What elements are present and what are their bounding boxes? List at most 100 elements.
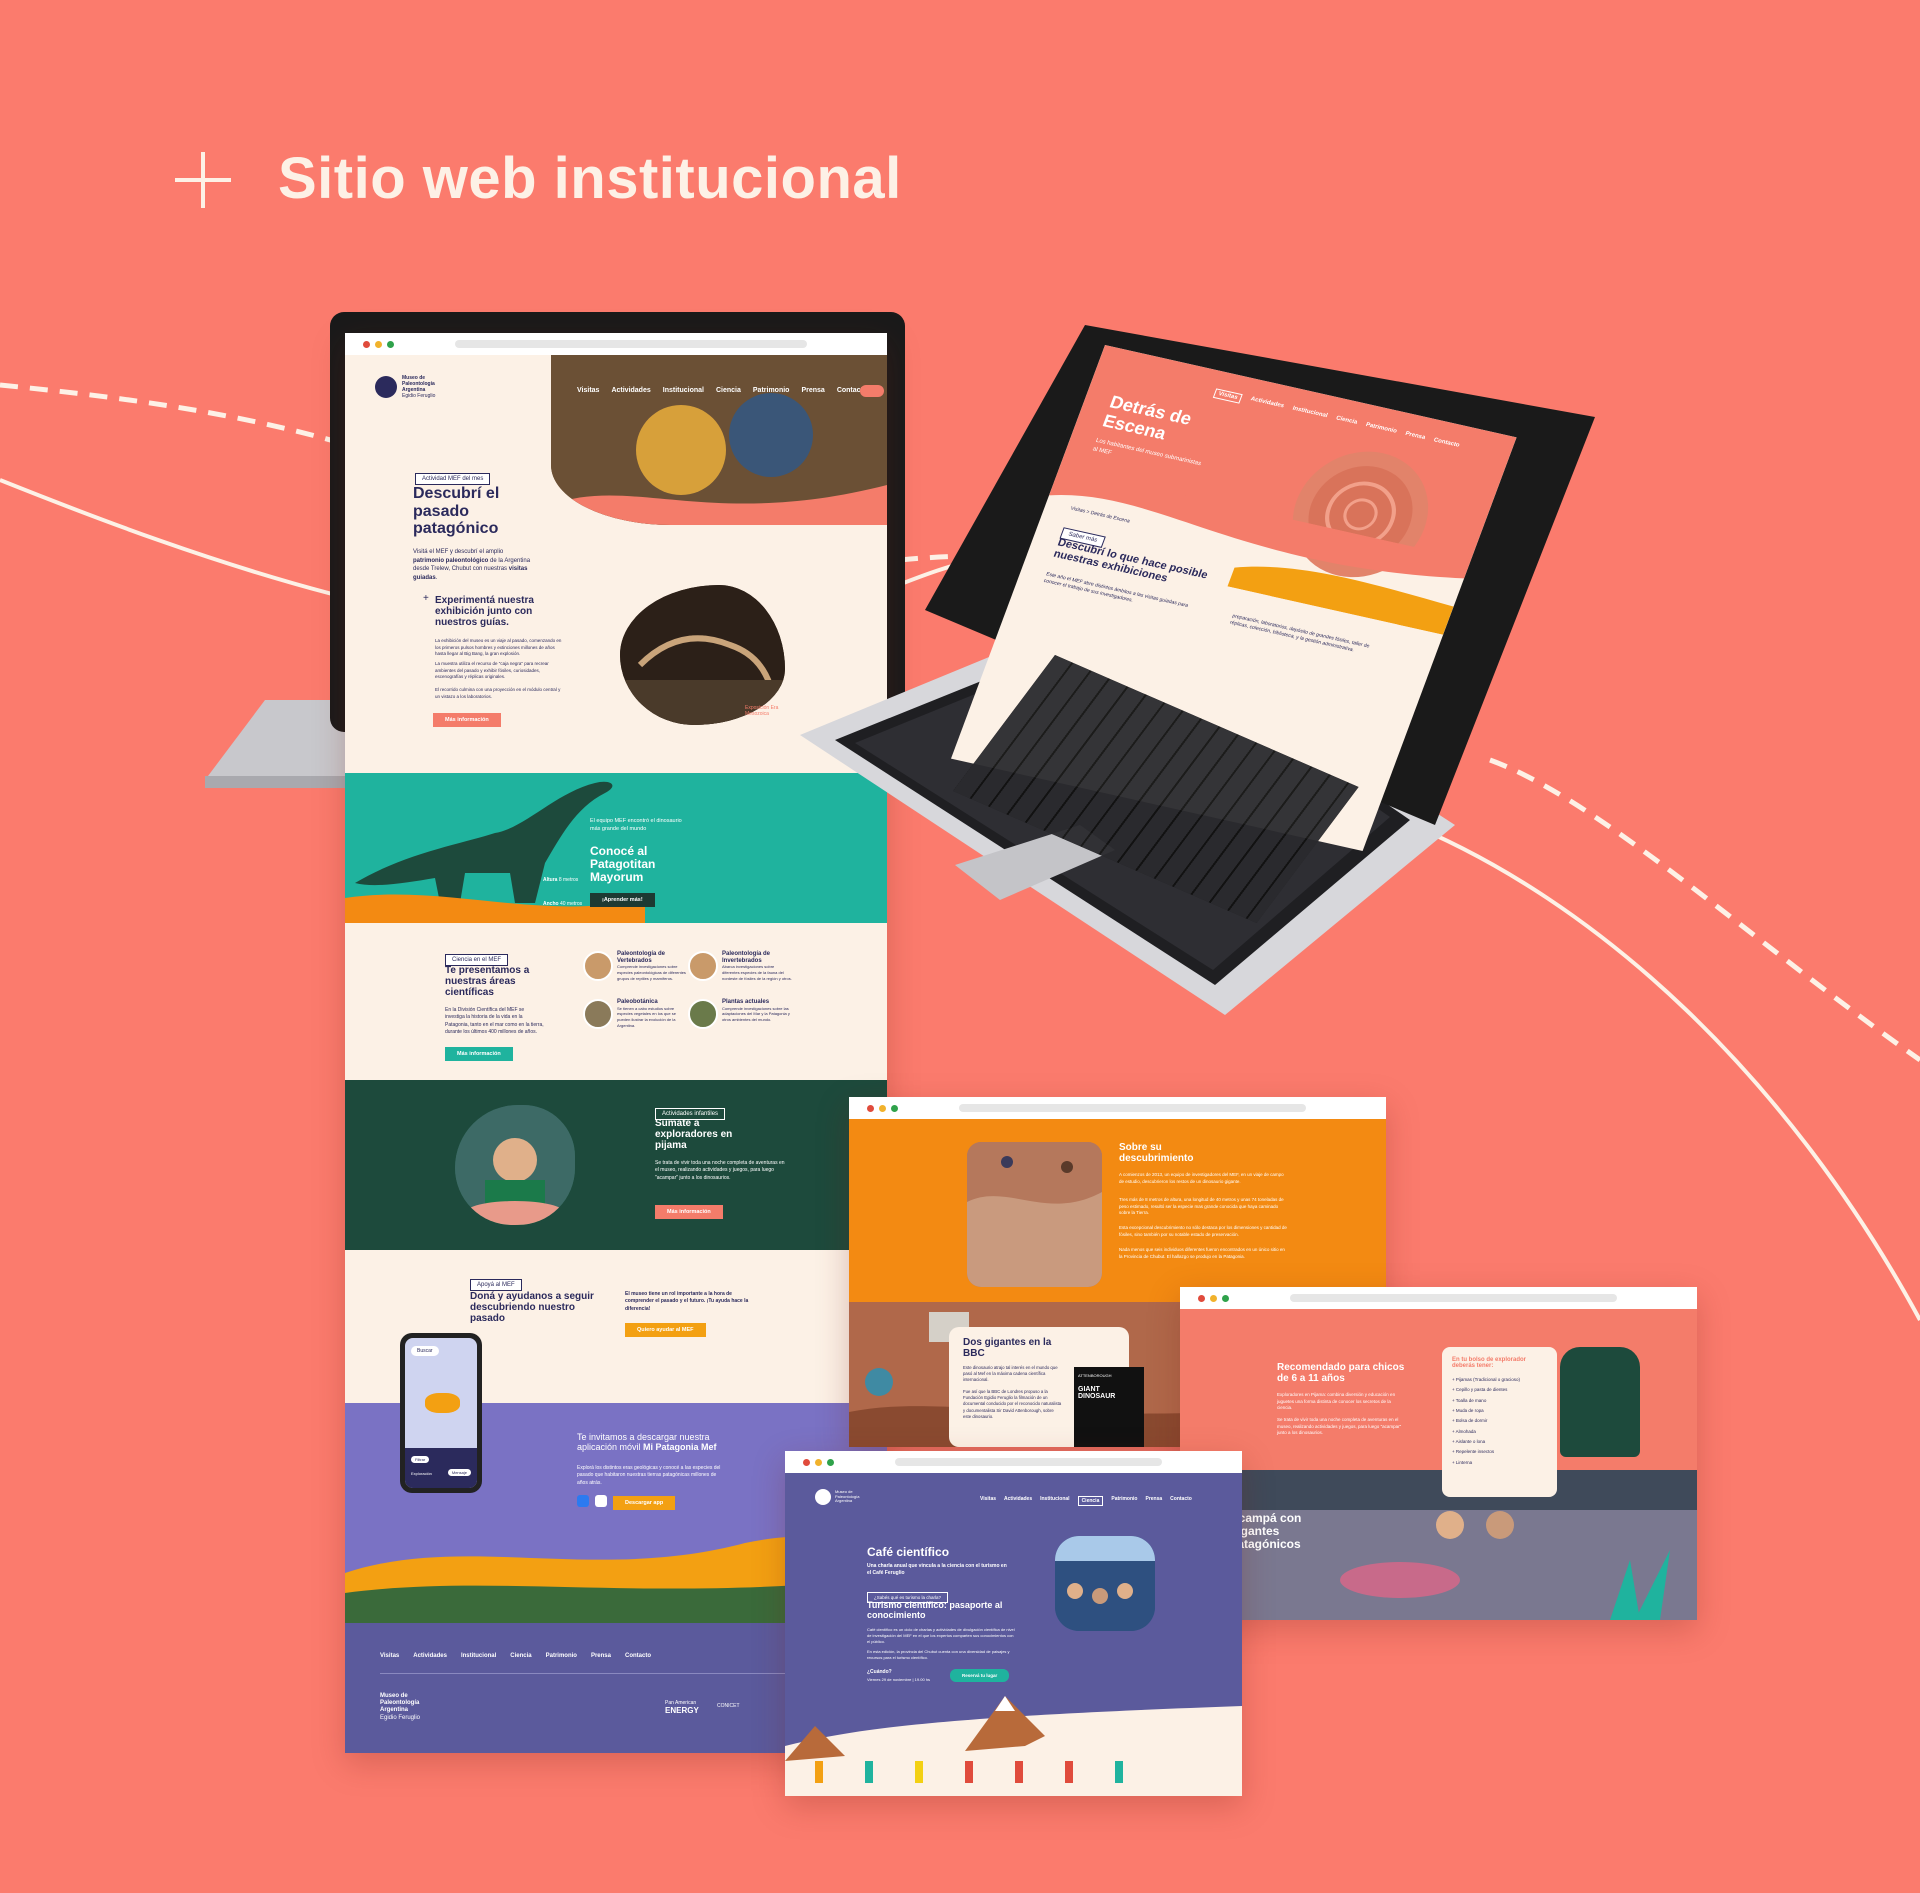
- nav-visitas[interactable]: Visitas: [577, 387, 599, 394]
- footer-nav-visitas[interactable]: Visitas: [380, 1653, 399, 1659]
- bbc-title: Dos gigantes en la BBC: [963, 1337, 1052, 1359]
- discovery-p1: A comienzos de 2013, un equipo de invest…: [1119, 1172, 1284, 1184]
- support-tag: Apoyá al MEF: [470, 1273, 522, 1291]
- cafe-window: Museo de Paleontología Argentina Visitas A…: [785, 1451, 1242, 1796]
- exhibit-title: Experimentá nuestra exhibición junto con…: [435, 595, 534, 628]
- sponsor-conicet: CONICET: [717, 1703, 740, 1709]
- backpack-icon: [1560, 1347, 1640, 1457]
- support-text: El museo tiene un rol importante a la ho…: [625, 1291, 749, 1312]
- cafe-heading: Turismo científico: pasaporte al conocim…: [867, 1600, 1003, 1620]
- discovery-p4: Nada menos que seis individuos diferente…: [1119, 1247, 1285, 1259]
- campout-title: Recomendado para chicos de 6 a 11 años: [1277, 1362, 1405, 1384]
- exhibit-caption: Exposición Era Mesozoica: [745, 705, 779, 717]
- list-item: + Toalla de mano: [1452, 1397, 1487, 1403]
- cafe-photo: [1055, 1536, 1155, 1631]
- footer-nav-institucional[interactable]: Institucional: [461, 1653, 496, 1659]
- hero-tag: Actividad MEF del mes: [415, 467, 491, 485]
- phone-search[interactable]: Buscar: [411, 1346, 439, 1356]
- campout-bottom-title: Acampá con gigantes patagónicos: [1230, 1511, 1302, 1552]
- laptop-p2: preparación, laboratorios, depósito de g…: [1228, 613, 1371, 654]
- footer-nav-contacto[interactable]: Contacto: [625, 1653, 651, 1659]
- area-vertebrados[interactable]: Paleontología de Vertebrados Comprende in…: [583, 951, 687, 982]
- dino-height: Altura 8 metros: [543, 877, 579, 883]
- footer-nav-patrimonio[interactable]: Patrimonio: [546, 1653, 577, 1659]
- phone-filter[interactable]: Filtrar: [411, 1456, 430, 1463]
- sponsor-panamerican: Pan American ENERGY: [665, 1700, 699, 1715]
- phone-explore[interactable]: Exploración: [411, 1471, 432, 1476]
- cafe-nav-prensa[interactable]: Prensa: [1145, 1496, 1162, 1506]
- support-button[interactable]: Quiero ayudar al MEF: [625, 1323, 706, 1337]
- fossil-icon: [425, 1393, 460, 1413]
- area-invertebrados[interactable]: Paleontología de Invertebrados Abarca inv…: [688, 951, 792, 982]
- science-text: En la División Científica del MEF se inv…: [445, 1007, 544, 1035]
- cafe-subtitle: Una charla anual que vincula a la cienci…: [867, 1563, 1007, 1577]
- bbc-p1: Este dinosaurio atrajo tal interés en el…: [963, 1365, 1058, 1383]
- cafe-nav: Visitas Actividades Institucional Cienci…: [980, 1496, 1192, 1506]
- cafe-nav-patrimonio[interactable]: Patrimonio: [1111, 1496, 1137, 1506]
- laptop-screen: Visitas Actividades Institucional Cienci…: [795, 305, 1615, 1025]
- area-plantas[interactable]: Plantas actuales Comprende investigacione…: [688, 999, 792, 1029]
- exhibit-button[interactable]: Más información: [433, 713, 501, 727]
- science-title: Te presentamos a nuestras áreas científi…: [445, 965, 530, 998]
- footer-logo[interactable]: Museo de Paleontología Argentina Egidio Fer…: [380, 1693, 420, 1722]
- science-tag: Ciencia en el MEF: [445, 948, 509, 966]
- kids-section: Actividades infantiles Sumate a explorad…: [345, 1080, 887, 1250]
- app-title: Te invitamos a descargar nuestra aplicac…: [577, 1432, 717, 1452]
- phone-message[interactable]: Mensaje: [447, 1469, 471, 1476]
- excavation-photo: [967, 1142, 1102, 1287]
- list-item: + Muda de ropa: [1452, 1408, 1484, 1414]
- exhibit-photo: [620, 585, 785, 725]
- list-item: + Repelente insectos: [1452, 1449, 1495, 1455]
- play-store-icon[interactable]: [595, 1495, 607, 1507]
- area-paleobotanica[interactable]: Paleobotánica Se tienen a cabo estudios s…: [583, 999, 687, 1029]
- nav-institucional[interactable]: Institucional: [663, 387, 704, 394]
- cafe-nav-ciencia[interactable]: Ciencia: [1077, 1496, 1104, 1506]
- kids-title: Sumate a exploradores en pijama: [655, 1118, 733, 1151]
- footer-nav-prensa[interactable]: Prensa: [591, 1653, 611, 1659]
- dino-button[interactable]: ¡Aprender más!: [590, 893, 655, 907]
- cafe-nav-visitas[interactable]: Visitas: [980, 1496, 996, 1506]
- cafe-text: Café científico es un ciclo de charlas y…: [867, 1627, 1015, 1644]
- app-text: Explorá los distintos eras geológicas y …: [577, 1465, 721, 1486]
- cafe-nav-actividades[interactable]: Actividades: [1004, 1496, 1032, 1506]
- phone-mockup: Buscar Filtrar Exploración Mensaje: [400, 1333, 482, 1493]
- kids-text: Se trata de vivir toda una noche complet…: [655, 1160, 785, 1181]
- nav-actividades[interactable]: Actividades: [611, 387, 650, 394]
- cafe-nav-contacto[interactable]: Contacto: [1170, 1496, 1192, 1506]
- cafe-logo[interactable]: Museo de Paleontología Argentina: [815, 1489, 859, 1505]
- campout-text2: Se trata de vivir toda una noche complet…: [1277, 1417, 1402, 1436]
- discovery-p3: Esta excepcional descubrimiento no sólo …: [1119, 1225, 1287, 1237]
- nav-patrimonio[interactable]: Patrimonio: [753, 387, 790, 394]
- discovery-title: Sobre su descubrimiento: [1119, 1142, 1194, 1164]
- hero-title: Descubrí el pasado patagónico: [413, 485, 500, 538]
- exhibit-p2: La muestra utiliza el recurso de "caja n…: [435, 661, 549, 680]
- app-button[interactable]: Descargar app: [613, 1496, 676, 1510]
- dino-intro: El equipo MEF encontró el dinosaurio más…: [590, 818, 682, 832]
- list-item: + Pijamas (Tradicional o gracioso): [1452, 1377, 1520, 1382]
- campout-window: Recomendado para chicos de 6 a 11 años E…: [1180, 1287, 1697, 1620]
- support-title: Doná y ayudanos a seguir descubriendo nu…: [470, 1291, 594, 1324]
- cafe-nav-institucional[interactable]: Institucional: [1040, 1496, 1069, 1506]
- kids-photo: [455, 1105, 575, 1225]
- site-logo[interactable]: Museo de Paleontología Argentina Egidio Fer…: [375, 375, 435, 399]
- hero-text: Visitá el MEF y descubrí el amplio patri…: [413, 549, 531, 582]
- backpack-checklist: En tu bolso de explorador deberás tener:…: [1442, 1347, 1557, 1497]
- discovery-p2: Tres más de 8 metros de altura, una long…: [1119, 1197, 1284, 1216]
- exhibit-p3: El recorrido culmina con una proyección …: [435, 687, 561, 699]
- list-item: + Linterna: [1452, 1459, 1473, 1465]
- dino-title: Conocé al Patagotitan Mayorum: [590, 844, 656, 885]
- laptop-right: Visitas Actividades Institucional Cienci…: [795, 305, 1615, 1025]
- book-cover: ATTENBOROUGH GIANT DINOSAUR: [1074, 1367, 1144, 1447]
- exhibit-p1: La exhibición del museo es un viaje al p…: [435, 638, 562, 657]
- list-item: + Cepillo y pasta de dientes: [1452, 1387, 1508, 1393]
- app-store-icon[interactable]: [577, 1495, 589, 1507]
- footer-nav-ciencia[interactable]: Ciencia: [510, 1653, 531, 1659]
- science-button[interactable]: Más información: [445, 1047, 513, 1061]
- bbc-card: Dos gigantes en la BBC Este dinosaurio a…: [949, 1327, 1144, 1447]
- nav-ciencia[interactable]: Ciencia: [716, 387, 741, 394]
- kids-button[interactable]: Más información: [655, 1205, 723, 1219]
- hikers-illustration: [815, 1761, 1123, 1783]
- plus-icon: +: [423, 593, 429, 604]
- checklist-items: + Pijamas (Tradicional o gracioso) + Cep…: [1452, 1375, 1547, 1468]
- footer-nav-actividades[interactable]: Actividades: [413, 1653, 447, 1659]
